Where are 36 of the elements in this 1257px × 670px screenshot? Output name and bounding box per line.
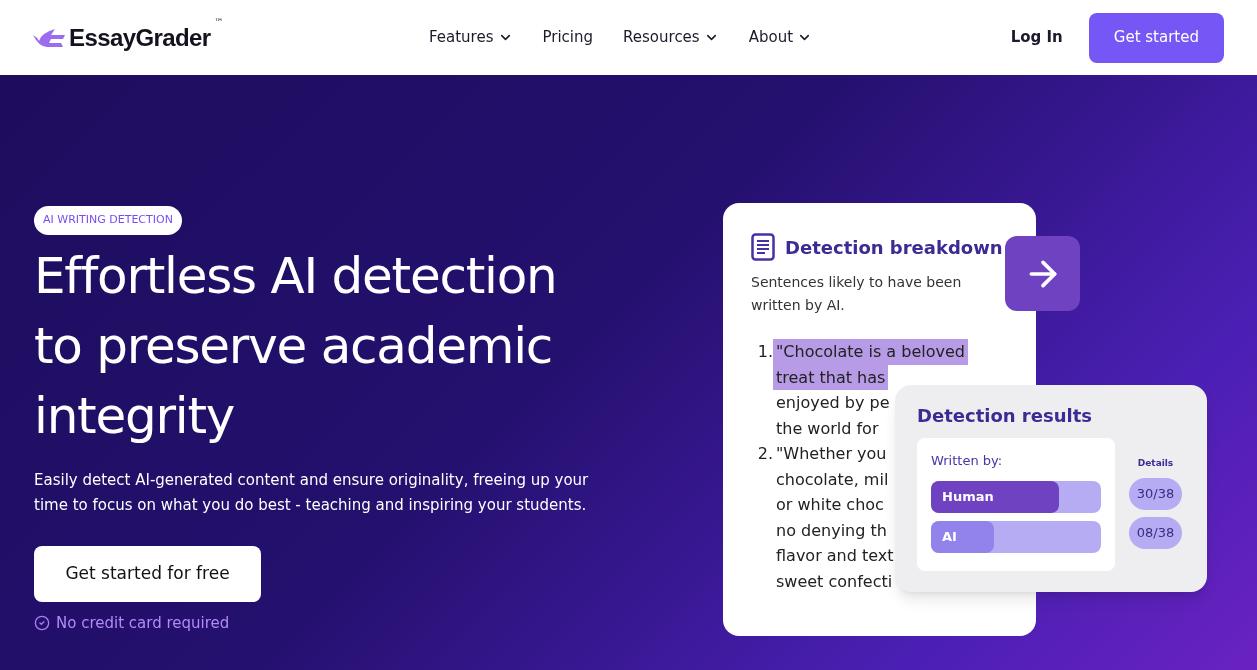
- nav-link[interactable]: Pricing: [542, 26, 594, 49]
- nav-link[interactable]: Features: [429, 26, 513, 49]
- arrow-right-button[interactable]: [1005, 236, 1080, 311]
- breakdown-title: Detection breakdown: [785, 235, 1003, 260]
- no-credit-card-note: No credit card required: [56, 612, 230, 634]
- sentence-line: flavor and text: [775, 545, 895, 567]
- results-title: Detection results: [917, 405, 1092, 426]
- sentence-line: or white choc: [775, 494, 885, 516]
- bar-label: Human: [942, 487, 994, 506]
- sentence-line: "Whether you: [775, 443, 888, 465]
- get-started-button[interactable]: Get started: [1088, 12, 1224, 63]
- written-by-label: Written by:: [931, 452, 1004, 470]
- hero-description: Easily detect AI-generated content and ensure originality, freeing up your time to focus on what you do best - teaching and inspiring your students.: [34, 469, 590, 516]
- nav-link[interactable]: Resources: [623, 26, 719, 49]
- sentence-line: enjoyed by pe: [776, 392, 890, 414]
- list-number: 1.: [756, 341, 774, 363]
- document-icon: [751, 233, 775, 261]
- wing-logo-icon: [33, 28, 65, 47]
- details-label: Details: [1137, 457, 1174, 470]
- bar-label: AI: [942, 527, 957, 546]
- get-started-free-button[interactable]: Get started for free: [34, 545, 261, 602]
- count-pill: 30/38: [1129, 477, 1182, 510]
- count-pill: 08/38: [1129, 516, 1182, 549]
- sentence-line: sweet confecti: [775, 570, 894, 593]
- sentence-line: no denying th: [775, 519, 888, 542]
- logo-text[interactable]: EssayGrader: [69, 19, 211, 56]
- category-badge: AI WRITING DETECTION: [34, 206, 182, 235]
- sentence-line: the world for: [776, 417, 879, 440]
- sentence-line: chocolate, mil: [775, 468, 890, 491]
- check-circle-icon: [34, 614, 50, 631]
- trademark-sign: ™: [214, 15, 224, 29]
- nav-link[interactable]: About: [748, 26, 813, 49]
- login-link[interactable]: Log In: [1010, 26, 1063, 49]
- breakdown-subtitle: Sentences likely to have been written by AI.: [751, 273, 963, 315]
- hero-headline: Effortless AI detection to preserve academic integrity: [34, 245, 557, 447]
- list-number: 2.: [756, 443, 774, 465]
